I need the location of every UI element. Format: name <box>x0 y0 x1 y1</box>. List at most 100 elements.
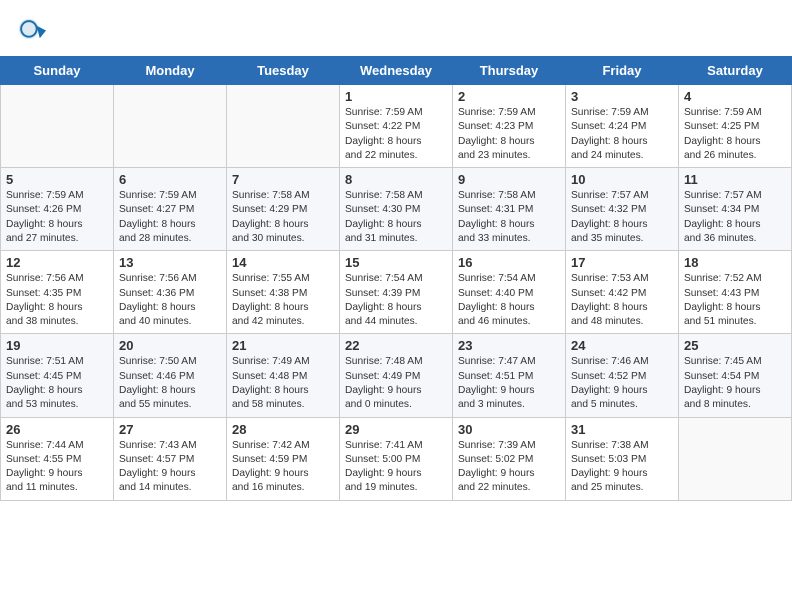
calendar-cell: 18 Sunrise: 7:52 AM Sunset: 4:43 PM Dayli… <box>679 251 792 334</box>
calendar-cell: 16 Sunrise: 7:54 AM Sunset: 4:40 PM Dayli… <box>453 251 566 334</box>
calendar-cell: 30 Sunrise: 7:39 AM Sunset: 5:02 PM Dayli… <box>453 417 566 500</box>
day-info: Sunrise: 7:58 AM Sunset: 4:29 PM Dayligh… <box>232 189 334 246</box>
day-number: 24 <box>571 338 673 353</box>
day-number: 5 <box>6 172 108 187</box>
day-number: 3 <box>571 89 673 104</box>
day-number: 18 <box>684 255 786 270</box>
day-info: Sunrise: 7:57 AM Sunset: 4:32 PM Dayligh… <box>571 189 673 246</box>
calendar-cell: 25Sunrise: 7:45 AM Sunset: 4:54 PM Dayli… <box>679 334 792 417</box>
calendar-cell: 3 Sunrise: 7:59 AM Sunset: 4:24 PM Daylig… <box>566 85 679 168</box>
day-info: Sunrise: 7:53 AM Sunset: 4:42 PM Dayligh… <box>571 272 673 329</box>
calendar-table: SundayMondayTuesdayWednesdayThursdayFrid… <box>0 56 792 501</box>
day-number: 27 <box>119 422 221 437</box>
day-number: 17 <box>571 255 673 270</box>
day-info: Sunrise: 7:46 AM Sunset: 4:52 PM Dayligh… <box>571 355 673 412</box>
day-info: Sunrise: 7:54 AM Sunset: 4:39 PM Dayligh… <box>345 272 447 329</box>
day-info: Sunrise: 7:59 AM Sunset: 4:22 PM Dayligh… <box>345 106 447 163</box>
calendar-week-2: 5 Sunrise: 7:59 AM Sunset: 4:26 PM Daylig… <box>1 168 792 251</box>
calendar-week-5: 26 Sunrise: 7:44 AM Sunset: 4:55 PM Dayli… <box>1 417 792 500</box>
calendar-cell: 23Sunrise: 7:47 AM Sunset: 4:51 PM Dayli… <box>453 334 566 417</box>
calendar-cell: 10 Sunrise: 7:57 AM Sunset: 4:32 PM Dayli… <box>566 168 679 251</box>
calendar-cell <box>114 85 227 168</box>
day-number: 12 <box>6 255 108 270</box>
day-number: 20 <box>119 338 221 353</box>
calendar-page: SundayMondayTuesdayWednesdayThursdayFrid… <box>0 0 792 612</box>
day-info: Sunrise: 7:50 AM Sunset: 4:46 PM Dayligh… <box>119 355 221 412</box>
day-number: 21 <box>232 338 334 353</box>
day-info: Sunrise: 7:51 AM Sunset: 4:45 PM Dayligh… <box>6 355 108 412</box>
calendar-cell: 1Sunrise: 7:59 AM Sunset: 4:22 PM Daylig… <box>340 85 453 168</box>
calendar-cell: 28 Sunrise: 7:42 AM Sunset: 4:59 PM Dayli… <box>227 417 340 500</box>
day-info: Sunrise: 7:43 AM Sunset: 4:57 PM Dayligh… <box>119 439 221 496</box>
calendar-cell: 24 Sunrise: 7:46 AM Sunset: 4:52 PM Dayli… <box>566 334 679 417</box>
day-info: Sunrise: 7:48 AM Sunset: 4:49 PM Dayligh… <box>345 355 447 412</box>
day-info: Sunrise: 7:57 AM Sunset: 4:34 PM Dayligh… <box>684 189 786 246</box>
calendar-cell: 26 Sunrise: 7:44 AM Sunset: 4:55 PM Dayli… <box>1 417 114 500</box>
calendar-cell <box>227 85 340 168</box>
day-number: 16 <box>458 255 560 270</box>
calendar-header-saturday: Saturday <box>679 57 792 85</box>
calendar-header-friday: Friday <box>566 57 679 85</box>
day-info: Sunrise: 7:59 AM Sunset: 4:25 PM Dayligh… <box>684 106 786 163</box>
calendar-header-thursday: Thursday <box>453 57 566 85</box>
calendar-cell: 9 Sunrise: 7:58 AM Sunset: 4:31 PM Daylig… <box>453 168 566 251</box>
calendar-cell: 31 Sunrise: 7:38 AM Sunset: 5:03 PM Dayli… <box>566 417 679 500</box>
logo-icon <box>18 18 46 46</box>
day-number: 29 <box>345 422 447 437</box>
day-number: 22 <box>345 338 447 353</box>
day-info: Sunrise: 7:59 AM Sunset: 4:26 PM Dayligh… <box>6 189 108 246</box>
calendar-cell <box>679 417 792 500</box>
calendar-header-tuesday: Tuesday <box>227 57 340 85</box>
day-number: 10 <box>571 172 673 187</box>
day-number: 8 <box>345 172 447 187</box>
day-info: Sunrise: 7:41 AM Sunset: 5:00 PM Dayligh… <box>345 439 447 496</box>
day-info: Sunrise: 7:49 AM Sunset: 4:48 PM Dayligh… <box>232 355 334 412</box>
calendar-cell: 20 Sunrise: 7:50 AM Sunset: 4:46 PM Dayli… <box>114 334 227 417</box>
day-number: 23 <box>458 338 560 353</box>
calendar-cell: 27 Sunrise: 7:43 AM Sunset: 4:57 PM Dayli… <box>114 417 227 500</box>
day-number: 7 <box>232 172 334 187</box>
calendar-week-4: 19 Sunrise: 7:51 AM Sunset: 4:45 PM Dayli… <box>1 334 792 417</box>
day-info: Sunrise: 7:55 AM Sunset: 4:38 PM Dayligh… <box>232 272 334 329</box>
calendar-cell: 2 Sunrise: 7:59 AM Sunset: 4:23 PM Daylig… <box>453 85 566 168</box>
day-number: 30 <box>458 422 560 437</box>
day-number: 2 <box>458 89 560 104</box>
calendar-cell: 19 Sunrise: 7:51 AM Sunset: 4:45 PM Dayli… <box>1 334 114 417</box>
day-number: 25 <box>684 338 786 353</box>
day-info: Sunrise: 7:58 AM Sunset: 4:31 PM Dayligh… <box>458 189 560 246</box>
calendar-cell: 15 Sunrise: 7:54 AM Sunset: 4:39 PM Dayli… <box>340 251 453 334</box>
calendar-cell: 5 Sunrise: 7:59 AM Sunset: 4:26 PM Daylig… <box>1 168 114 251</box>
calendar-week-3: 12Sunrise: 7:56 AM Sunset: 4:35 PM Dayli… <box>1 251 792 334</box>
calendar-header-wednesday: Wednesday <box>340 57 453 85</box>
day-number: 11 <box>684 172 786 187</box>
day-number: 15 <box>345 255 447 270</box>
day-number: 28 <box>232 422 334 437</box>
day-number: 6 <box>119 172 221 187</box>
day-info: Sunrise: 7:52 AM Sunset: 4:43 PM Dayligh… <box>684 272 786 329</box>
calendar-cell <box>1 85 114 168</box>
calendar-header-monday: Monday <box>114 57 227 85</box>
day-info: Sunrise: 7:38 AM Sunset: 5:03 PM Dayligh… <box>571 439 673 496</box>
calendar-cell: 7 Sunrise: 7:58 AM Sunset: 4:29 PM Daylig… <box>227 168 340 251</box>
day-info: Sunrise: 7:56 AM Sunset: 4:36 PM Dayligh… <box>119 272 221 329</box>
calendar-cell: 12Sunrise: 7:56 AM Sunset: 4:35 PM Dayli… <box>1 251 114 334</box>
calendar-cell: 14Sunrise: 7:55 AM Sunset: 4:38 PM Dayli… <box>227 251 340 334</box>
calendar-header-row: SundayMondayTuesdayWednesdayThursdayFrid… <box>1 57 792 85</box>
day-number: 4 <box>684 89 786 104</box>
calendar-cell: 21 Sunrise: 7:49 AM Sunset: 4:48 PM Dayli… <box>227 334 340 417</box>
day-number: 26 <box>6 422 108 437</box>
day-info: Sunrise: 7:59 AM Sunset: 4:24 PM Dayligh… <box>571 106 673 163</box>
day-info: Sunrise: 7:39 AM Sunset: 5:02 PM Dayligh… <box>458 439 560 496</box>
calendar-header-sunday: Sunday <box>1 57 114 85</box>
day-info: Sunrise: 7:59 AM Sunset: 4:27 PM Dayligh… <box>119 189 221 246</box>
calendar-cell: 13Sunrise: 7:56 AM Sunset: 4:36 PM Dayli… <box>114 251 227 334</box>
day-info: Sunrise: 7:59 AM Sunset: 4:23 PM Dayligh… <box>458 106 560 163</box>
day-info: Sunrise: 7:42 AM Sunset: 4:59 PM Dayligh… <box>232 439 334 496</box>
day-info: Sunrise: 7:54 AM Sunset: 4:40 PM Dayligh… <box>458 272 560 329</box>
day-info: Sunrise: 7:44 AM Sunset: 4:55 PM Dayligh… <box>6 439 108 496</box>
day-number: 19 <box>6 338 108 353</box>
logo <box>18 18 50 46</box>
day-number: 9 <box>458 172 560 187</box>
day-number: 31 <box>571 422 673 437</box>
calendar-cell: 17 Sunrise: 7:53 AM Sunset: 4:42 PM Dayli… <box>566 251 679 334</box>
